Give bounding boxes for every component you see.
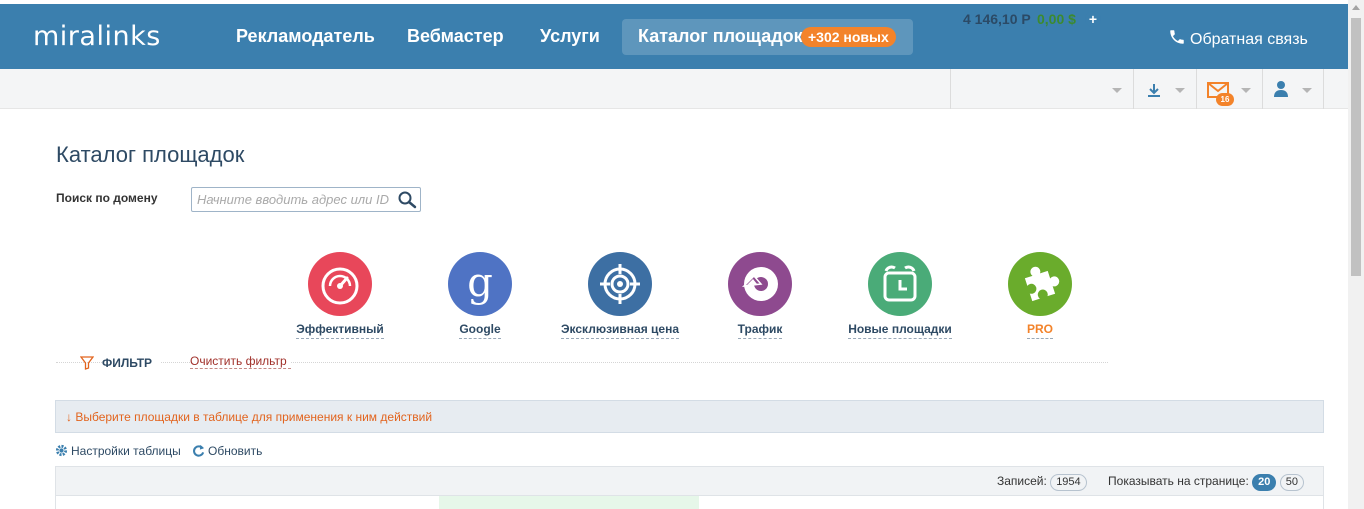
puzzle-icon[interactable] xyxy=(1008,252,1072,316)
category-exclusive-price[interactable]: Эксклюзивная цена xyxy=(540,252,700,339)
filter-funnel-icon[interactable] xyxy=(80,356,94,370)
feedback-link[interactable]: Обратная связь xyxy=(1168,28,1308,49)
category-traffic[interactable]: Трафик xyxy=(680,252,840,339)
per-page-option-20[interactable]: 20 xyxy=(1252,474,1277,491)
svg-text:g: g xyxy=(467,260,493,306)
clear-filter-link[interactable]: Очистить фильтр xyxy=(190,354,291,369)
speedometer-icon[interactable] xyxy=(308,252,372,316)
target-icon[interactable] xyxy=(588,252,652,316)
messages-count-badge: 16 xyxy=(1216,93,1234,106)
phone-icon xyxy=(1170,30,1184,44)
nav-advertiser[interactable]: Рекламодатель xyxy=(236,26,375,47)
traffic-pie-icon[interactable] xyxy=(728,252,792,316)
mail-dropdown-chevron-icon[interactable] xyxy=(1241,88,1251,93)
refresh-link[interactable]: Обновить xyxy=(192,444,262,458)
balance-rub: 4 146,10 Р xyxy=(963,11,1031,27)
divider xyxy=(950,69,951,109)
per-page-label: Показывать на странице: xyxy=(1108,474,1249,488)
category-pro-label[interactable]: PRO xyxy=(1026,322,1053,339)
miralinks-logo[interactable]: miralinks xyxy=(33,21,161,52)
search-label: Поиск по домену xyxy=(56,191,158,205)
google-g-icon[interactable]: g xyxy=(448,252,512,316)
nav-services[interactable]: Услуги xyxy=(540,26,600,47)
per-page-option-50[interactable]: 50 xyxy=(1279,474,1304,491)
selection-hint-text: ↓ Выберите площадки в таблице для примен… xyxy=(66,410,433,424)
category-exclusive-price-label[interactable]: Эксклюзивная цена xyxy=(560,322,680,339)
table-pagination-info: Записей: 1954 Показывать на странице: 20… xyxy=(997,474,1304,491)
category-google-label[interactable]: Google xyxy=(459,322,501,339)
top-navigation-bar: miralinks Рекламодатель Вебмастер Услуги… xyxy=(0,4,1348,69)
user-dropdown-chevron-icon[interactable] xyxy=(1302,88,1312,93)
balance-dropdown-chevron-icon[interactable] xyxy=(1112,88,1122,93)
selection-hint-bar: ↓ Выберите площадки в таблице для примен… xyxy=(55,400,1324,433)
feedback-label[interactable]: Обратная связь xyxy=(1190,31,1308,48)
table-settings-label[interactable]: Настройки таблицы xyxy=(71,444,181,458)
divider xyxy=(1323,69,1324,109)
category-traffic-label[interactable]: Трафик xyxy=(737,322,783,339)
category-effective-label[interactable]: Эффективный xyxy=(296,322,384,339)
user-icon[interactable] xyxy=(1273,80,1289,98)
table-settings-link[interactable]: Настройки таблицы xyxy=(55,444,181,458)
scroll-up-arrow-icon[interactable] xyxy=(1352,5,1360,10)
scrollbar-thumb[interactable] xyxy=(1351,18,1361,276)
category-new-sites[interactable]: Новые площадки xyxy=(820,252,980,339)
divider xyxy=(1262,69,1263,109)
new-sites-badge[interactable]: +302 новых xyxy=(801,27,896,47)
gear-icon[interactable] xyxy=(55,444,68,457)
nav-webmaster[interactable]: Вебмастер xyxy=(407,26,504,47)
records-label: Записей: xyxy=(997,474,1047,488)
category-google[interactable]: g Google xyxy=(400,252,560,339)
balance-usd: 0,00 $ xyxy=(1037,11,1076,27)
filter-toggle[interactable]: ФИЛЬТР xyxy=(102,356,161,370)
download-dropdown-chevron-icon[interactable] xyxy=(1175,88,1185,93)
records-count: 1954 xyxy=(1050,474,1087,491)
category-new-sites-label[interactable]: Новые площадки xyxy=(848,322,952,339)
nav-catalog-label[interactable]: Каталог площадок xyxy=(638,26,803,47)
add-funds-icon[interactable]: + xyxy=(1085,11,1101,27)
highlighted-column xyxy=(439,496,699,509)
page-title: Каталог площадок xyxy=(56,142,245,167)
divider xyxy=(1196,69,1197,109)
domain-search-input[interactable] xyxy=(191,187,421,212)
divider xyxy=(1133,69,1134,109)
alarm-clock-icon[interactable] xyxy=(868,252,932,316)
category-pro[interactable]: PRO xyxy=(960,252,1120,339)
refresh-icon[interactable] xyxy=(192,444,205,457)
refresh-label[interactable]: Обновить xyxy=(208,444,262,458)
search-icon[interactable] xyxy=(397,190,417,210)
download-icon[interactable] xyxy=(1146,82,1162,98)
category-effective[interactable]: Эффективный xyxy=(260,252,420,339)
